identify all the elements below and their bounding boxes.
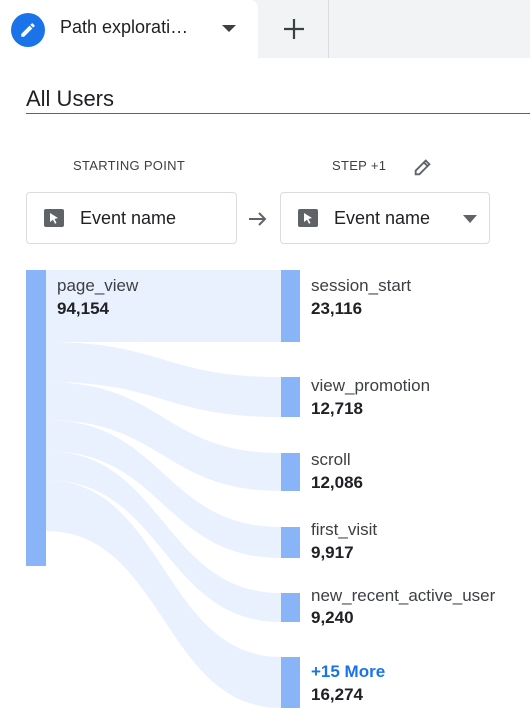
step-node-bar-scroll[interactable] (281, 453, 300, 491)
step-node-value: 12,718 (311, 399, 363, 418)
start-node-bar[interactable] (26, 270, 46, 566)
step-node-name: scroll (311, 450, 351, 469)
step-node-name: new_recent_active_user (311, 586, 496, 605)
step-node-bar-new-recent-active-user[interactable] (281, 593, 300, 622)
step-node-value: 9,917 (311, 543, 354, 562)
step-node-bar-view-promotion[interactable] (281, 377, 300, 417)
step-node-bar-first-visit[interactable] (281, 527, 300, 558)
step-node-value: 9,240 (311, 608, 354, 627)
start-node-name: page_view (57, 276, 139, 295)
more-nodes-link[interactable]: +15 More (311, 662, 385, 682)
step-node-bar-more[interactable] (281, 657, 300, 708)
path-flow-diagram (26, 270, 300, 708)
start-node-value: 94,154 (57, 299, 109, 318)
step-node-value: 16,274 (311, 685, 363, 704)
step-node-value: 23,116 (311, 299, 363, 318)
step-node-name: view_promotion (311, 376, 431, 395)
step-node-name: session_start (311, 276, 412, 295)
step-node-bar-session-start[interactable] (281, 270, 300, 342)
step-node-value: 12,086 (311, 473, 363, 492)
step-node-name: first_visit (311, 520, 378, 539)
